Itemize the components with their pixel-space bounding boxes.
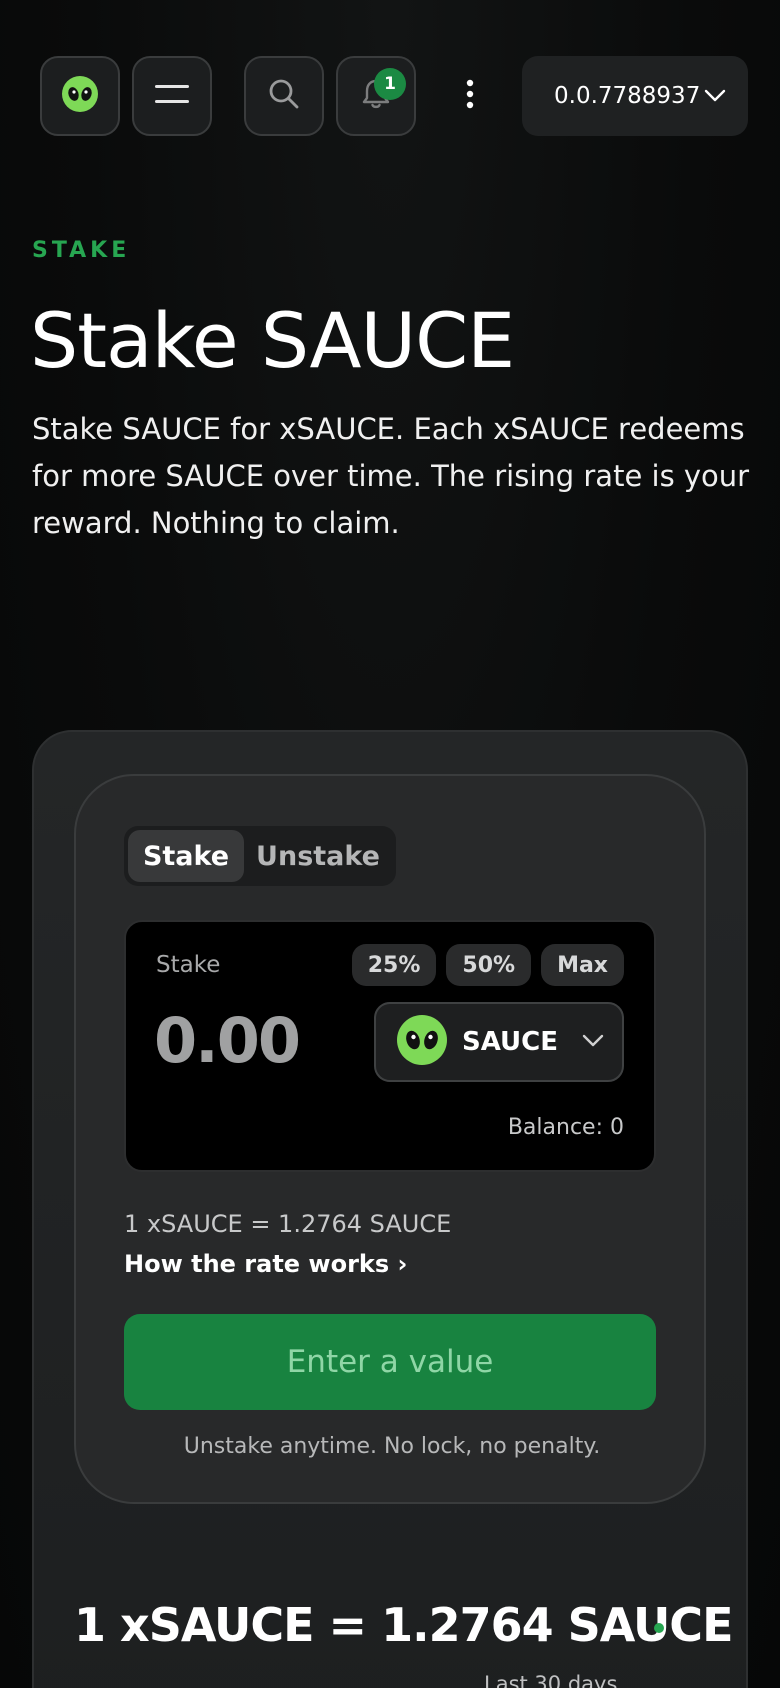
more-options-button[interactable] <box>450 56 490 136</box>
percent-50-button[interactable]: 50% <box>446 944 532 986</box>
hamburger-menu-icon <box>154 82 190 110</box>
max-button[interactable]: Max <box>541 944 624 986</box>
stake-form-card: Stake Unstake Stake 25% 50% Max 0.00 SAU… <box>74 774 706 1504</box>
enter-value-button[interactable]: Enter a value <box>124 1314 656 1410</box>
page-title: Stake SAUCE <box>30 296 515 385</box>
stake-input-label: Stake <box>156 952 221 978</box>
stake-tabs: Stake Unstake <box>124 826 396 886</box>
token-name: SAUCE <box>462 1027 559 1057</box>
token-balance: Balance: 0 <box>507 1115 624 1140</box>
unstake-note: Unstake anytime. No lock, no penalty. <box>183 1434 601 1459</box>
menu-button[interactable] <box>132 56 212 136</box>
sauce-token-icon <box>396 1014 448 1070</box>
logo-button[interactable] <box>40 56 120 136</box>
stake-panel: Stake Unstake Stake 25% 50% Max 0.00 SAU… <box>32 730 748 1688</box>
chart-range-label[interactable]: Last 30 days <box>484 1672 617 1688</box>
rate-headline: 1 xSAUCE = 1.2764 SAUCE <box>74 1598 733 1652</box>
live-indicator-dot <box>654 1623 664 1633</box>
chevron-down-icon <box>582 1033 604 1052</box>
tab-unstake[interactable]: Unstake <box>244 830 392 882</box>
search-icon <box>267 77 301 115</box>
token-selector[interactable]: SAUCE <box>374 1002 624 1082</box>
wallet-account-id: 0.0.7788937 <box>554 83 701 109</box>
how-rate-works-link[interactable]: How the rate works › <box>124 1250 407 1278</box>
top-bar: 1 0.0.7788937 <box>40 56 748 136</box>
stake-amount-box: Stake 25% 50% Max 0.00 SAUCE Balance: 0 <box>124 920 656 1172</box>
percent-buttons: 25% 50% Max <box>351 944 624 986</box>
page-description: Stake SAUCE for xSAUCE. Each xSAUCE rede… <box>32 412 750 540</box>
vertical-dots-icon <box>466 79 474 113</box>
wallet-account-button[interactable]: 0.0.7788937 <box>522 56 748 136</box>
percent-25-button[interactable]: 25% <box>351 944 437 986</box>
search-button[interactable] <box>244 56 324 136</box>
notification-count-badge: 1 <box>374 68 406 100</box>
stake-amount-input[interactable]: 0.00 <box>154 1004 301 1077</box>
exchange-rate: 1 xSAUCE = 1.2764 SAUCE <box>124 1210 452 1238</box>
section-eyebrow: STAKE <box>32 238 131 263</box>
alien-logo-icon <box>61 75 99 117</box>
tab-stake[interactable]: Stake <box>128 830 244 882</box>
chevron-down-icon <box>704 83 726 109</box>
notifications-button[interactable]: 1 <box>336 56 416 136</box>
